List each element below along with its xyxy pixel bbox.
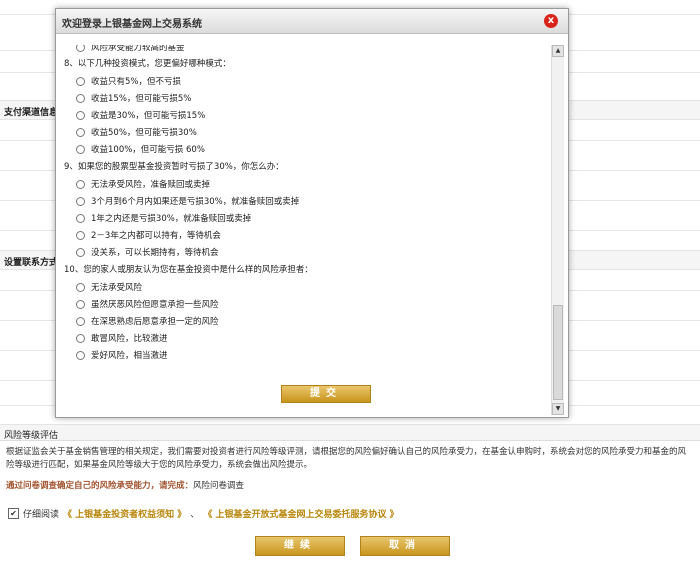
cancel-button[interactable]: 取消 bbox=[360, 536, 450, 556]
scroll-up-icon[interactable]: ▲ bbox=[552, 45, 564, 57]
radio-button[interactable] bbox=[76, 350, 85, 360]
question-8: 8、以下几种投资模式，您更偏好哪种模式： bbox=[64, 59, 231, 69]
option-partial[interactable]: 风险承受能力较高的基金 bbox=[76, 45, 185, 53]
option[interactable]: 在深思熟虑后愿意承担一定的风险 bbox=[76, 315, 219, 327]
service-agreement-link[interactable]: 《 上银基金开放式基金网上交易委托服务协议 》 bbox=[203, 507, 398, 520]
risk-questionnaire-modal: 欢迎登录上银基金网上交易系统 x 风险承受能力较高的基金 8、以下几种投资模式，… bbox=[55, 8, 569, 418]
close-icon[interactable]: x bbox=[544, 14, 558, 28]
option-label: 收益15%，但可能亏损5% bbox=[91, 94, 192, 104]
option-label: 收益是30%，但可能亏损15% bbox=[91, 111, 206, 121]
radio-button[interactable] bbox=[76, 213, 85, 223]
option[interactable]: 没关系，可以长期持有，等待机会 bbox=[76, 246, 219, 258]
radio-button[interactable] bbox=[76, 45, 85, 52]
option-label: 没关系，可以长期持有，等待机会 bbox=[91, 248, 219, 258]
radio-button[interactable] bbox=[76, 179, 85, 189]
option-label: 1年之内还是亏损30%，就准备赎回或卖掉 bbox=[91, 214, 252, 224]
option-label: 收益100%，但可能亏损 60% bbox=[91, 145, 205, 155]
agreement-row: ✔ 仔细阅读 《 上银基金投资者权益须知 》 、 《 上银基金开放式基金网上交易… bbox=[8, 507, 399, 520]
option[interactable]: 收益是30%，但可能亏损15% bbox=[76, 109, 205, 121]
investor-rights-link[interactable]: 《 上银基金投资者权益须知 》 bbox=[63, 507, 186, 520]
section-contact-label: 设置联系方式 bbox=[4, 258, 59, 268]
option-label: 无法承受风险，准备赎回或卖掉 bbox=[91, 180, 211, 190]
option-label: 收益50%，但可能亏损30% bbox=[91, 128, 197, 138]
radio-button[interactable] bbox=[76, 144, 85, 154]
option[interactable]: 2－3年之内都可以持有，等待机会 bbox=[76, 229, 221, 241]
risk-survey-link[interactable]: 风险问卷调查 bbox=[193, 481, 244, 491]
modal-title: 欢迎登录上银基金网上交易系统 bbox=[62, 19, 202, 30]
option[interactable]: 收益只有5%，但不亏损 bbox=[76, 75, 181, 87]
risk-survey-prefix: 通过问卷调查确定自己的风险承受能力，请完成： bbox=[6, 481, 194, 491]
option-label: 无法承受风险 bbox=[91, 283, 143, 293]
option[interactable]: 收益15%，但可能亏损5% bbox=[76, 92, 191, 104]
radio-button[interactable] bbox=[76, 110, 85, 120]
radio-button[interactable] bbox=[76, 76, 85, 86]
modal-scrollbar[interactable]: ▲ ▼ bbox=[551, 45, 564, 415]
option[interactable]: 无法承受风险，准备赎回或卖掉 bbox=[76, 178, 210, 190]
option-label: 收益只有5%，但不亏损 bbox=[91, 77, 181, 87]
risk-description: 根据证监会关于基金销售管理的相关规定，我们需要对投资者进行风险等级评测，请根据您… bbox=[6, 447, 687, 470]
scroll-down-icon[interactable]: ▼ bbox=[552, 403, 564, 415]
continue-button[interactable]: 继续 bbox=[255, 536, 345, 556]
option-label: 风险承受能力较高的基金 bbox=[91, 45, 185, 53]
radio-button[interactable] bbox=[76, 333, 85, 343]
option[interactable]: 1年之内还是亏损30%，就准备赎回或卖掉 bbox=[76, 212, 251, 224]
radio-button[interactable] bbox=[76, 282, 85, 292]
radio-button[interactable] bbox=[76, 93, 85, 103]
option-label: 3个月到6个月内如果还是亏损30%，就准备赎回或卖掉 bbox=[91, 197, 300, 207]
option-label: 虽然厌恶风险但愿意承担一些风险 bbox=[91, 300, 219, 310]
option-label: 在深思熟虑后愿意承担一定的风险 bbox=[91, 317, 219, 327]
submit-button[interactable]: 提交 bbox=[281, 385, 371, 403]
agree-prefix: 仔细阅读 bbox=[23, 510, 60, 520]
option[interactable]: 收益50%，但可能亏损30% bbox=[76, 126, 197, 138]
modal-header: 欢迎登录上银基金网上交易系统 x bbox=[56, 9, 568, 34]
scroll-thumb[interactable] bbox=[553, 305, 563, 400]
option[interactable]: 虽然厌恶风险但愿意承担一些风险 bbox=[76, 298, 219, 310]
option-label: 2－3年之内都可以持有，等待机会 bbox=[91, 231, 221, 241]
radio-button[interactable] bbox=[76, 230, 85, 240]
option[interactable]: 3个月到6个月内如果还是亏损30%，就准备赎回或卖掉 bbox=[76, 195, 299, 207]
option-label: 敢冒风险，比较激进 bbox=[91, 334, 168, 344]
option[interactable]: 敢冒风险，比较激进 bbox=[76, 332, 168, 344]
radio-button[interactable] bbox=[76, 316, 85, 326]
radio-button[interactable] bbox=[76, 127, 85, 137]
agree-separator: 、 bbox=[190, 510, 200, 520]
radio-button[interactable] bbox=[76, 299, 85, 309]
risk-survey-line: 通过问卷调查确定自己的风险承受能力，请完成：风险问卷调查 bbox=[6, 479, 244, 491]
option[interactable]: 爱好风险，相当激进 bbox=[76, 349, 168, 361]
option[interactable]: 收益100%，但可能亏损 60% bbox=[76, 143, 205, 155]
option[interactable]: 无法承受风险 bbox=[76, 281, 142, 293]
question-9: 9、如果您的股票型基金投资暂时亏损了30%，你怎么办： bbox=[64, 162, 284, 172]
question-10: 10、您的家人或朋友认为您在基金投资中是什么样的风险承担者： bbox=[64, 265, 313, 275]
section-payment-label: 支付渠道信息 bbox=[4, 108, 59, 118]
questionnaire-content: 风险承受能力较高的基金 8、以下几种投资模式，您更偏好哪种模式： 收益只有5%，… bbox=[64, 45, 550, 415]
option-label: 爱好风险，相当激进 bbox=[91, 351, 168, 361]
radio-button[interactable] bbox=[76, 247, 85, 257]
radio-button[interactable] bbox=[76, 196, 85, 206]
agree-checkbox[interactable]: ✔ bbox=[8, 508, 19, 519]
